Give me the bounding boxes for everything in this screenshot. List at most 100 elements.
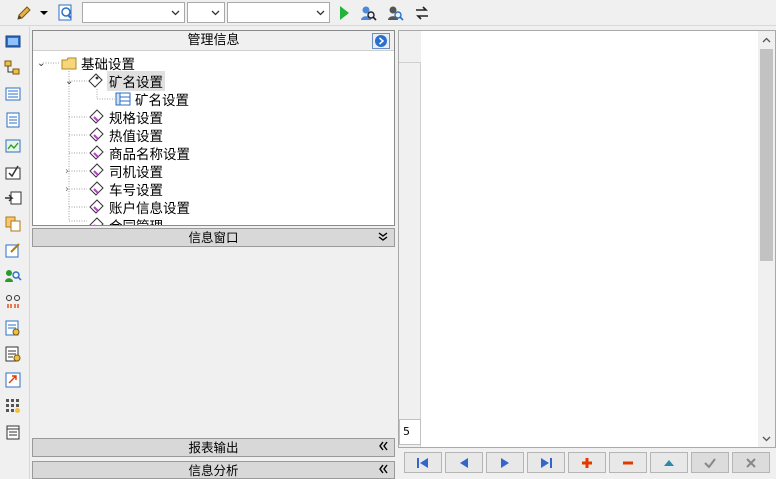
move-up-button[interactable]: [650, 452, 688, 473]
next-record-button[interactable]: [486, 452, 524, 473]
row-number: 5: [403, 425, 410, 438]
export-icon[interactable]: [3, 188, 23, 208]
filter-combo-3[interactable]: [227, 2, 330, 23]
tag-icon: [87, 73, 103, 89]
chevron-down-icon[interactable]: ⌄: [65, 76, 75, 87]
chevron-right-icon[interactable]: ›: [65, 166, 75, 177]
tree-item-label: 热值设置: [109, 129, 163, 145]
refresh-icon[interactable]: [412, 3, 432, 23]
main-toolbar: [0, 0, 776, 26]
dropdown-arrow-icon[interactable]: [38, 3, 50, 23]
document-icon[interactable]: [3, 110, 23, 130]
tree-item-product-name-settings[interactable]: 商品名称设置: [87, 144, 190, 163]
info-window-body: [33, 247, 394, 437]
confirm-button[interactable]: [691, 452, 729, 473]
add-record-button[interactable]: [568, 452, 606, 473]
cancel-button[interactable]: [732, 452, 770, 473]
stack-icon[interactable]: [3, 422, 23, 442]
tree-item-label: 合同管理: [109, 215, 163, 225]
tree-item-label: 账户信息设置: [109, 201, 190, 217]
tree-item-mine-settings-leaf[interactable]: 矿名设置: [115, 90, 189, 109]
folder-icon: [61, 57, 77, 70]
tree-item-label: 司机设置: [109, 165, 163, 181]
badge-icon: [87, 199, 105, 215]
panel-header: 管理信息: [33, 31, 394, 51]
badge-icon: [87, 127, 105, 143]
tree-item-label: 商品名称设置: [109, 147, 190, 163]
delete-record-button[interactable]: [609, 452, 647, 473]
scroll-thumb[interactable]: [760, 49, 773, 261]
tree-item-heat-settings[interactable]: 热值设置: [87, 126, 163, 145]
double-chevron-left-icon[interactable]: [378, 439, 388, 456]
grid-header-cell: [399, 31, 421, 63]
double-chevron-left-icon[interactable]: [378, 462, 388, 479]
tree-item-label: 矿名设置: [107, 71, 165, 91]
tree-item-label: 矿名设置: [135, 93, 189, 109]
info-analysis-header[interactable]: 信息分析: [32, 461, 395, 479]
info-window-title: 信息窗口: [188, 230, 239, 245]
filter-combo-2[interactable]: [187, 2, 225, 23]
tree-item-contract-management[interactable]: 合同管理: [87, 216, 163, 225]
run-icon[interactable]: [334, 3, 354, 23]
badge-icon: [87, 145, 105, 161]
tree-view[interactable]: ⌄ 基础设置 ⌄ 矿名设置 矿名设置 规格设置 热值设置 商品名称设置 › 司机…: [33, 51, 394, 225]
grid-area: [421, 31, 624, 447]
table-icon: [115, 92, 131, 106]
double-chevron-down-icon[interactable]: [378, 229, 388, 246]
info-window-header[interactable]: 信息窗口: [32, 228, 395, 247]
tree-item-mine-settings[interactable]: ⌄ 矿名设置: [65, 71, 165, 91]
panel-title: 管理信息: [187, 33, 240, 48]
chevron-down-icon[interactable]: [758, 430, 775, 447]
tree-item-vehicle-settings[interactable]: › 车号设置: [65, 180, 163, 199]
grid-vscrollbar[interactable]: [758, 31, 775, 447]
tree-item-label: 规格设置: [109, 111, 163, 127]
copy-icon[interactable]: [3, 214, 23, 234]
tree-item-driver-settings[interactable]: › 司机设置: [65, 162, 163, 181]
find-user-icon[interactable]: [358, 3, 378, 23]
move-icon[interactable]: [3, 370, 23, 390]
edit-icon[interactable]: [3, 240, 23, 260]
row-number-cell: 5: [399, 419, 421, 445]
grid-icon[interactable]: [3, 396, 23, 416]
tree-item-account-settings[interactable]: 账户信息设置: [87, 198, 190, 217]
row-indicator-column: [399, 31, 421, 447]
search-user-icon[interactable]: [3, 266, 23, 286]
report-output-header[interactable]: 报表输出: [32, 438, 395, 457]
report-output-title: 报表输出: [188, 440, 239, 455]
chevron-down-icon[interactable]: [167, 3, 184, 22]
search-doc-icon[interactable]: [56, 3, 76, 23]
management-panel: 管理信息 ⌄ 基础设置 ⌄ 矿名设置 矿名设置 规格设置 热值设置 商品名称设置…: [32, 30, 395, 226]
chevron-up-icon[interactable]: [758, 31, 775, 48]
first-record-button[interactable]: [404, 452, 442, 473]
dots-icon[interactable]: [3, 292, 23, 312]
chevron-right-icon[interactable]: ›: [65, 184, 75, 195]
collapse-circle-icon[interactable]: [372, 33, 390, 49]
badge-icon: [87, 109, 105, 125]
record-navigator: [398, 449, 776, 479]
chart-icon[interactable]: [3, 136, 23, 156]
check-box-icon[interactable]: [3, 162, 23, 182]
data-grid-pane[interactable]: 5: [398, 30, 776, 448]
badge-icon: [87, 163, 105, 179]
tree-item-basic-settings[interactable]: ⌄ 基础设置: [37, 54, 135, 73]
info-analysis-title: 信息分析: [188, 463, 239, 478]
chevron-down-icon[interactable]: [207, 3, 224, 22]
filter-combo-1[interactable]: [82, 2, 185, 23]
report-icon[interactable]: [3, 318, 23, 338]
find-next-icon[interactable]: [385, 3, 405, 23]
tree-item-label: 基础设置: [81, 57, 135, 73]
screen-icon[interactable]: [3, 32, 23, 52]
badge-icon: [87, 181, 105, 197]
tree-item-spec-settings[interactable]: 规格设置: [87, 108, 163, 127]
badge-icon: [87, 217, 105, 225]
tree-item-label: 车号设置: [109, 183, 163, 199]
pencil-icon[interactable]: [14, 3, 34, 23]
list-icon[interactable]: [3, 84, 23, 104]
chevron-down-icon[interactable]: [312, 3, 329, 22]
prev-record-button[interactable]: [445, 452, 483, 473]
chevron-down-icon[interactable]: ⌄: [37, 58, 47, 69]
left-tool-sidebar: [0, 26, 30, 479]
org-chart-icon[interactable]: [3, 58, 23, 78]
last-record-button[interactable]: [527, 452, 565, 473]
report2-icon[interactable]: [3, 344, 23, 364]
